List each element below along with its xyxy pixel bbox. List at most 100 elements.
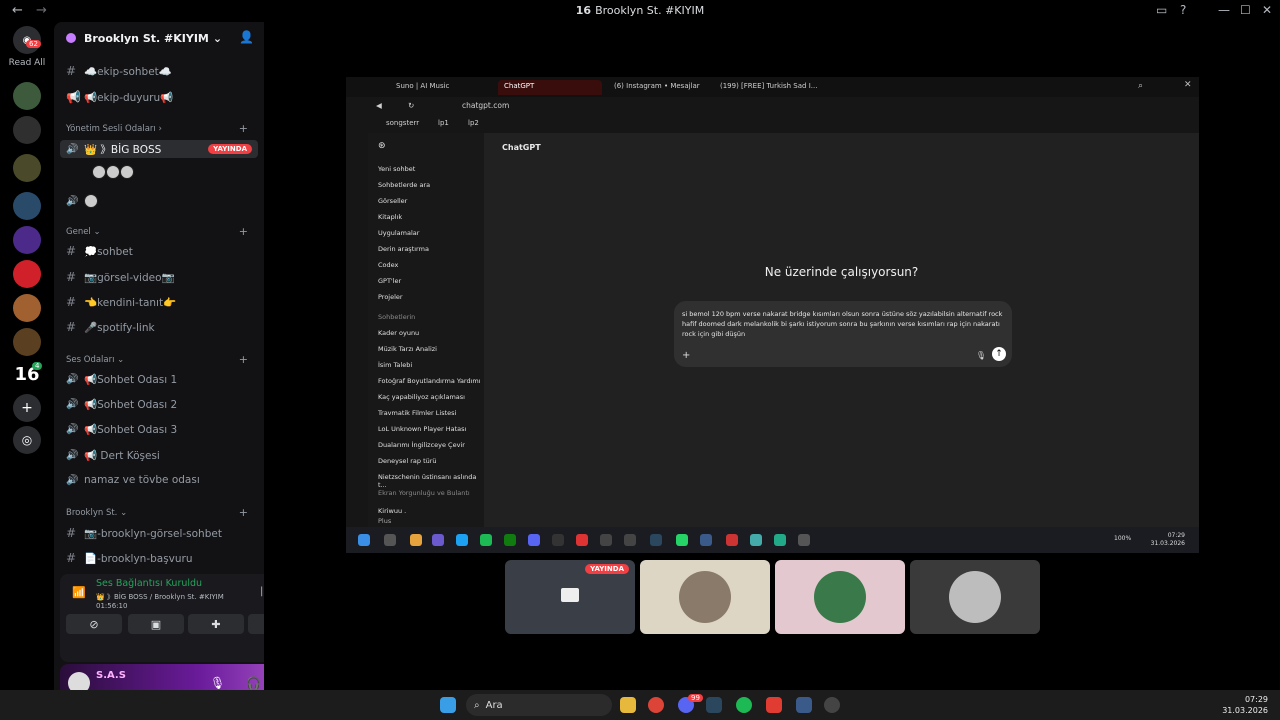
add-member-icon[interactable]: 👤 xyxy=(239,30,254,44)
app-icon[interactable] xyxy=(432,534,444,546)
username[interactable]: S.A.S xyxy=(96,670,126,681)
history-item[interactable]: Dualarımı İngilizceye Çevir xyxy=(378,441,465,449)
server-icon-7[interactable] xyxy=(13,294,41,322)
microphone-icon[interactable]: 🎙 xyxy=(210,676,225,690)
add-channel-icon[interactable]: + xyxy=(239,353,248,366)
voice-channel-unnamed[interactable]: 🔊 xyxy=(66,192,256,210)
voice-location[interactable]: 👑 》BİG BOSS / Brooklyn St. #KIYIM xyxy=(96,592,224,602)
server-icon-3[interactable] xyxy=(13,154,41,182)
noise-suppression-icon[interactable]: ||| xyxy=(260,586,264,597)
model-selector[interactable]: ChatGPT xyxy=(502,143,541,152)
start-icon[interactable] xyxy=(358,534,370,546)
maximize-icon[interactable]: ☐ xyxy=(1240,3,1251,17)
server-icon-8[interactable] xyxy=(13,328,41,356)
category-ses[interactable]: Ses Odaları ⌄ + xyxy=(66,353,256,366)
history-item[interactable]: İsim Talebi xyxy=(378,361,412,369)
user-avatar[interactable] xyxy=(68,672,90,690)
menu-item[interactable]: Uygulamalar xyxy=(378,229,419,237)
channel-ekip-duyuru[interactable]: 📢 📢ekip-duyuru📢 xyxy=(66,88,256,106)
history-item[interactable]: Kader oyunu xyxy=(378,329,419,337)
channel-gorsel-video[interactable]: # 📷görsel-video📷 xyxy=(66,268,256,286)
member-avatar[interactable] xyxy=(120,165,134,179)
channel-kendini-tanit[interactable]: # 👈kendini-tanıt👉 xyxy=(66,293,256,311)
bookmark[interactable]: lp1 xyxy=(438,119,449,127)
member-avatar[interactable] xyxy=(84,194,98,208)
history-item[interactable]: Nietzschenin üstinsanı aslında t... xyxy=(378,473,484,489)
url-text[interactable]: chatgpt.com xyxy=(462,101,509,110)
history-item[interactable]: Ekran Yorgunluğu ve Bulantı xyxy=(378,489,470,497)
channel-spotify-link[interactable]: # 🎤spotify-link xyxy=(66,318,256,336)
add-channel-icon[interactable]: + xyxy=(239,506,248,519)
menu-item[interactable]: Projeler xyxy=(378,293,403,301)
voice-channel-sohbet-3[interactable]: 🔊 📢Sohbet Odası 3 xyxy=(66,420,256,438)
server-icon-2[interactable] xyxy=(13,116,41,144)
xbox-icon[interactable] xyxy=(504,534,516,546)
app-icon[interactable] xyxy=(726,534,738,546)
browser-tab[interactable]: Suno | AI Music xyxy=(390,80,455,95)
camera-button[interactable]: ⊘ xyxy=(66,614,122,634)
channel-brooklyn-basvuru[interactable]: # 📄-brooklyn-başvuru xyxy=(66,549,256,567)
history-item[interactable]: Deneysel rap türü xyxy=(378,457,437,465)
minimize-icon[interactable]: — xyxy=(1218,3,1230,17)
history-item[interactable]: LoL Unknown Player Hatası xyxy=(378,425,466,433)
server-icon-4[interactable] xyxy=(13,192,41,220)
taskbar-search[interactable]: ⌕ Ara xyxy=(466,694,612,716)
browser-close-icon[interactable]: ✕ xyxy=(1184,80,1192,90)
menu-item[interactable]: Kitaplık xyxy=(378,213,402,221)
app-icon[interactable] xyxy=(456,534,468,546)
app-icon[interactable] xyxy=(576,534,588,546)
menu-item[interactable]: Görseller xyxy=(378,197,407,205)
activities-button[interactable]: ✚ xyxy=(188,614,244,634)
browser-tab[interactable]: (6) Instagram • Mesajlar xyxy=(608,80,706,95)
app-icon[interactable] xyxy=(798,534,810,546)
voice-channel-namaz[interactable]: 🔊 namaz ve tövbe odası xyxy=(66,471,256,489)
history-item[interactable]: Fotoğraf Boyutlandırma Yardımı xyxy=(378,377,481,385)
signal-icon[interactable]: 📶 xyxy=(72,586,86,599)
menu-item[interactable]: Derin araştırma xyxy=(378,245,429,253)
search-icon[interactable] xyxy=(384,534,396,546)
stream-tile[interactable]: YAYINDA xyxy=(505,560,635,634)
address-bar[interactable]: ◀ ↻ chatgpt.com xyxy=(346,97,1199,115)
soundboard-button[interactable]: ✧ xyxy=(248,614,264,634)
app-icon[interactable] xyxy=(796,697,812,713)
prompt-text[interactable]: si bemol 120 bpm verse nakarat bridge kı… xyxy=(682,309,1006,339)
menu-item[interactable]: Codex xyxy=(378,261,398,269)
add-channel-icon[interactable]: + xyxy=(239,122,248,135)
voice-channel-sohbet-1[interactable]: 🔊 📢Sohbet Odası 1 xyxy=(66,370,256,388)
help-icon[interactable]: ? xyxy=(1180,3,1186,17)
close-icon[interactable]: ✕ xyxy=(1262,3,1272,17)
add-server-icon[interactable]: + xyxy=(13,394,41,422)
channel-brooklyn-gorsel-sohbet[interactable]: # 📷-brooklyn-görsel-sohbet xyxy=(66,524,256,542)
bookmark[interactable]: songsterr xyxy=(386,119,419,127)
browser-search-icon[interactable]: ⌕ xyxy=(1138,81,1143,91)
menu-item[interactable]: Yeni sohbet xyxy=(378,165,415,173)
bookmark[interactable]: lp2 xyxy=(468,119,479,127)
participant-tile[interactable] xyxy=(640,560,770,634)
menu-item[interactable]: GPT'ler xyxy=(378,277,401,285)
nav-back-icon[interactable]: ◀ xyxy=(376,101,382,110)
app-icon[interactable] xyxy=(824,697,840,713)
inbox-icon[interactable]: ▭ xyxy=(1156,3,1167,17)
server-icon-1[interactable] xyxy=(13,82,41,110)
channel-sohbet[interactable]: # 💭sohbet xyxy=(66,242,256,260)
history-item[interactable]: Kaç yapabiliyoz açıklaması xyxy=(378,393,465,401)
file-explorer-icon[interactable] xyxy=(620,697,636,713)
category-yonetim[interactable]: Yönetim Sesli Odaları › + xyxy=(66,122,256,135)
app-icon[interactable] xyxy=(410,534,422,546)
server-header[interactable]: Brooklyn St. #KIYIM ⌄ 👤 xyxy=(54,22,264,54)
screen-share-stream[interactable]: Suno | AI Music ChatGPT (6) Instagram • … xyxy=(346,77,1199,553)
channel-ekip-sohbet[interactable]: # ☁️ekip-sohbet☁️ xyxy=(66,62,256,80)
category-brooklyn[interactable]: Brooklyn St. ⌄ + xyxy=(66,506,256,519)
add-channel-icon[interactable]: + xyxy=(239,225,248,238)
history-item[interactable]: Müzik Tarzı Analizi xyxy=(378,345,437,353)
server-icon-6[interactable] xyxy=(13,260,41,288)
whatsapp-icon[interactable] xyxy=(676,534,688,546)
member-avatar[interactable] xyxy=(92,165,106,179)
spotify-icon[interactable] xyxy=(480,534,492,546)
account-name[interactable]: Kiriwuu . xyxy=(378,507,406,515)
browser-tab[interactable]: (199) [FREE] Turkish Sad I... xyxy=(714,80,823,95)
mic-icon[interactable]: 🎙 xyxy=(976,351,986,360)
app-icon[interactable] xyxy=(600,534,612,546)
discover-icon[interactable]: ◎ xyxy=(13,426,41,454)
discord-icon[interactable] xyxy=(528,534,540,546)
